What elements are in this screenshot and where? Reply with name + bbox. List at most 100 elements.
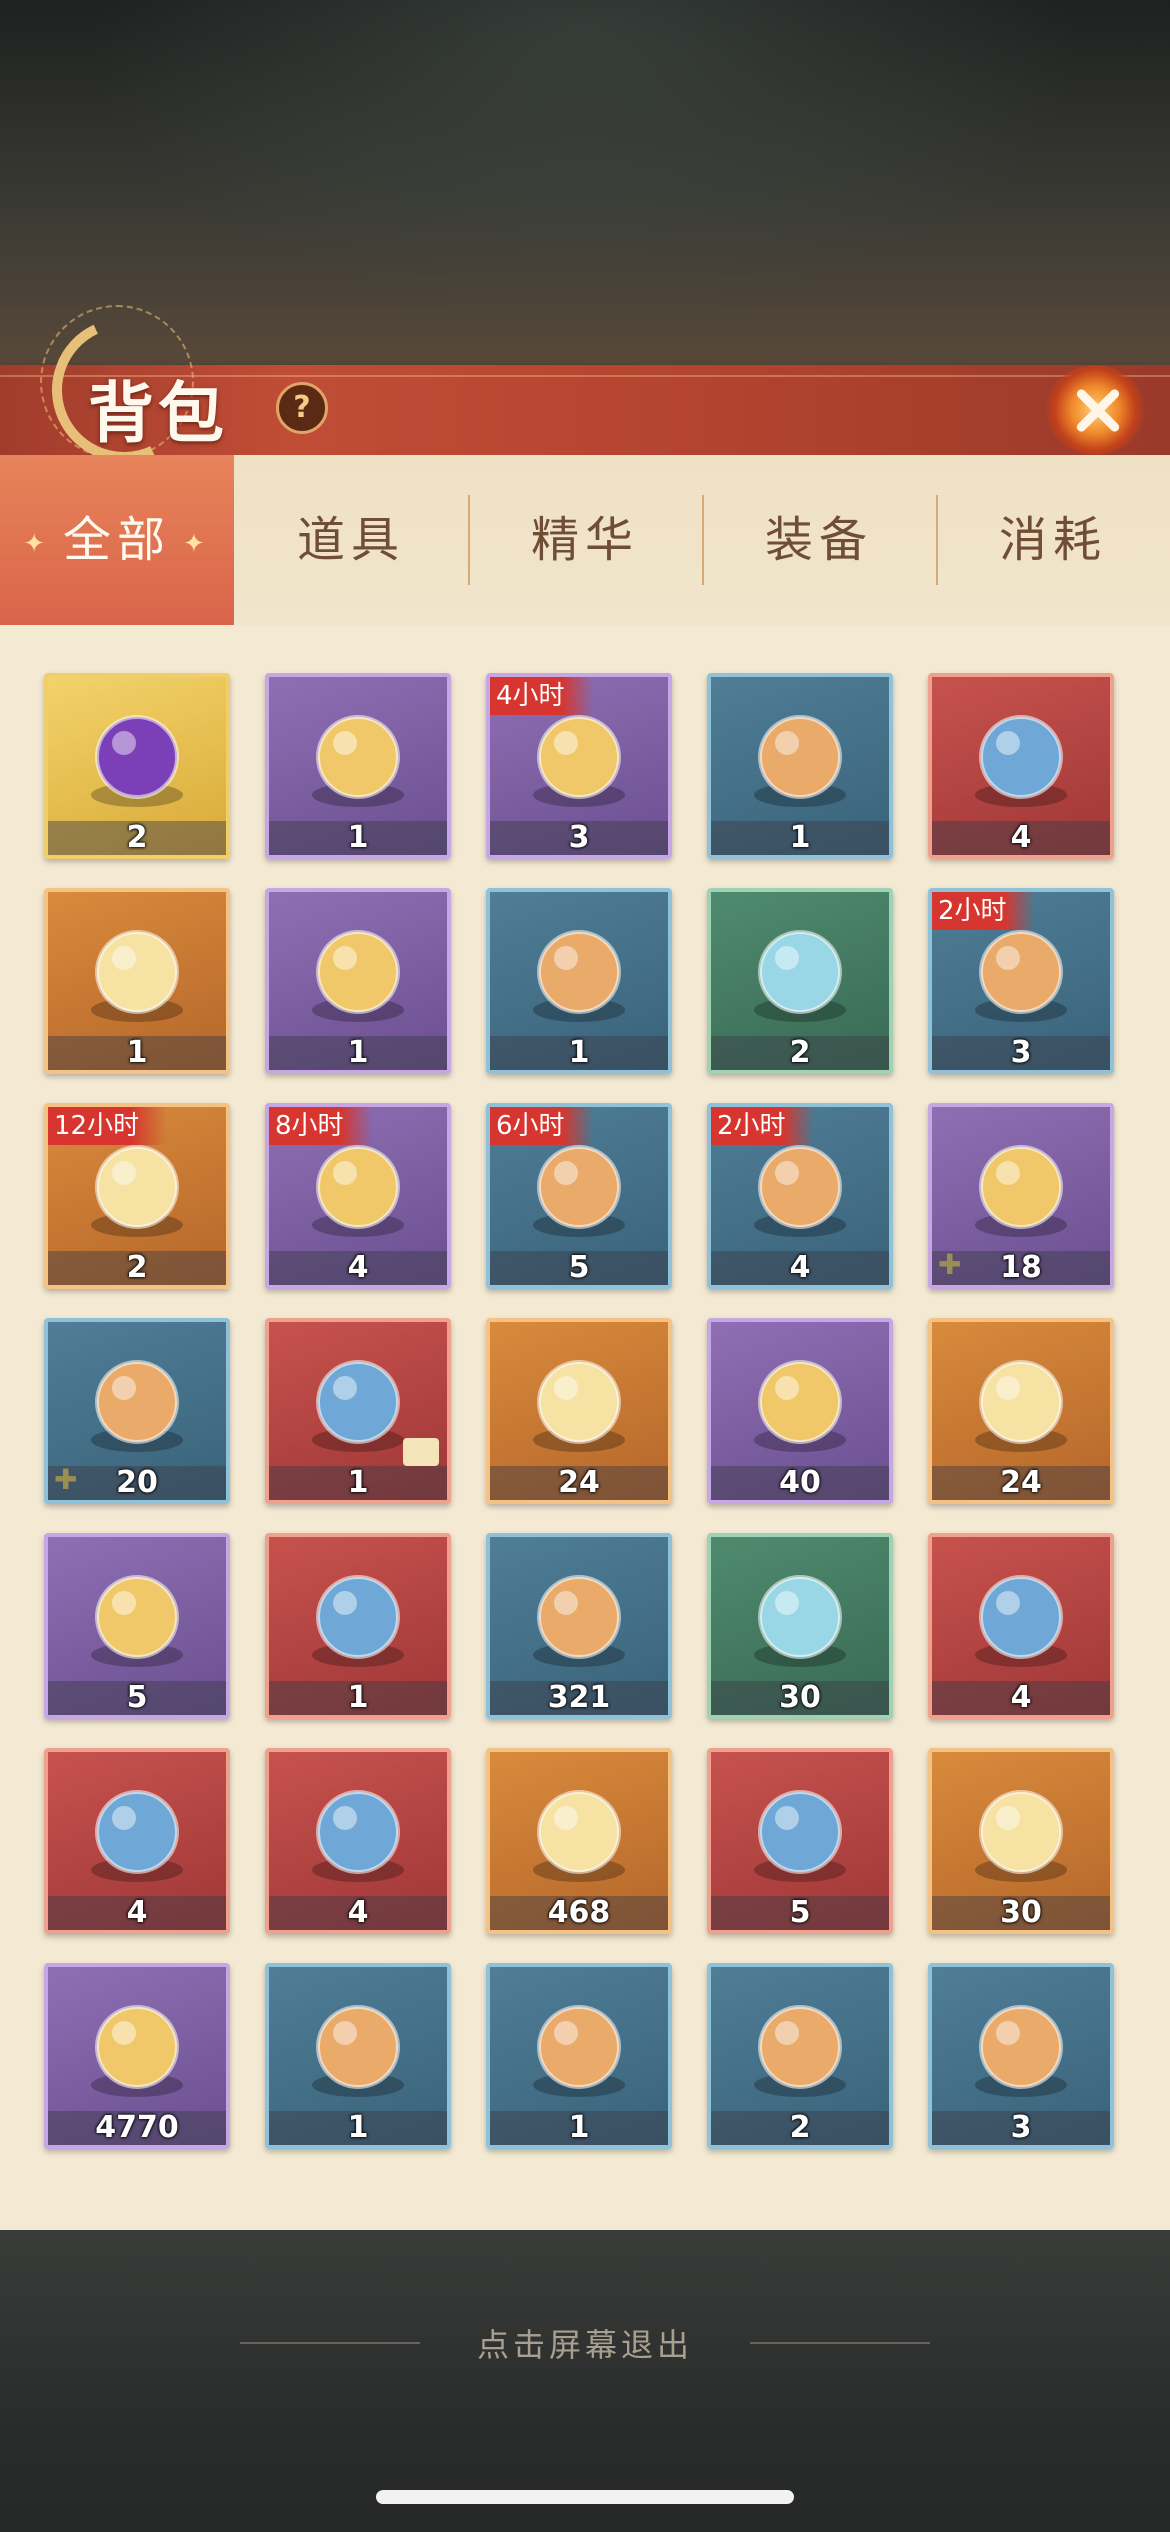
tab-consumables[interactable]: 消耗 [936,455,1170,625]
winged-helm-icon [741,1989,859,2107]
item-count: 1 [347,1035,369,1070]
crystal-shard-pile-icon [78,1989,196,2107]
tab-bar: ✦ 全部 ✦ 道具 精华 装备 消耗 [0,455,1170,625]
inventory-slot[interactable]: 4 [928,1533,1114,1719]
timer-badge: 8小时 [269,1107,372,1145]
inventory-slot[interactable]: 24 [928,1318,1114,1504]
item-count: 3 [1010,1035,1032,1070]
orb-treasure-chest-icon [520,699,638,817]
inventory-slot[interactable]: 24 [486,1318,672,1504]
item-count: 468 [547,1895,611,1930]
page-title: 背包 [88,374,228,452]
overlay-background[interactable] [0,2230,1170,2532]
inventory-slot[interactable]: 468 [486,1748,672,1934]
inventory-slot[interactable]: 2 [707,1963,893,2149]
blue-spirit-flame-icon [78,1344,196,1462]
ore-stone-icon [520,1559,638,1677]
flame-gem-icon [78,1774,196,1892]
inventory-slot[interactable]: 1 [265,888,451,1074]
sand-pile-icon [962,1559,1080,1677]
inventory-slot[interactable]: 8小时 4 [265,1103,451,1289]
tab-props[interactable]: 道具 [234,455,468,625]
inventory-slot[interactable]: 1 [707,673,893,859]
mystery-chest-icon [741,914,859,1032]
inventory-slot[interactable]: 2 [44,673,230,859]
gold-ore-icon [520,1774,638,1892]
inventory-slot[interactable]: 5 [44,1533,230,1719]
item-count: 5 [568,1250,590,1285]
inventory-slot[interactable]: 2小时 3 [928,888,1114,1074]
item-count: 18 [1000,1250,1042,1285]
scene-background [0,0,1170,380]
item-count: 4 [347,1895,369,1930]
golden-teapot-icon [962,1774,1080,1892]
inventory-slot[interactable]: 3 [928,1963,1114,2149]
card-box-icon [299,914,417,1032]
inventory-slot[interactable]: 2小时 4 [707,1103,893,1289]
skin-card-icon [299,1344,417,1462]
inventory-slot[interactable]: 1 [44,888,230,1074]
inventory-panel: ✦ 全部 ✦ 道具 精华 装备 消耗 2 1 4小时 3 1 4 1 1 1 2 2小时 3 12小时 2 8小… [0,455,1170,2230]
timer-badge: 2小时 [711,1107,814,1145]
item-count: 2 [126,820,148,855]
inventory-slot[interactable]: 1 [265,673,451,859]
item-count: 4770 [95,2110,179,2145]
spirit-crystal-icon [741,1559,859,1677]
inventory-slot[interactable]: 1 [486,888,672,1074]
inventory-slot[interactable]: 4 [265,1748,451,1934]
item-count: 30 [1000,1895,1042,1930]
item-count: 24 [558,1465,600,1500]
inventory-slot[interactable]: 6小时 5 [486,1103,672,1289]
item-count: 4 [1010,1680,1032,1715]
close-button[interactable] [1040,360,1150,460]
red-orb-bag-icon [741,699,859,817]
tab-equipment[interactable]: 装备 [702,455,936,625]
inventory-slot[interactable]: 30 [707,1533,893,1719]
inventory-slot[interactable]: 1 [265,1533,451,1719]
item-count: 321 [547,1680,611,1715]
item-count: 20 [116,1465,158,1500]
emerald-sack-icon [520,1129,638,1247]
inventory-slot[interactable]: 2 [707,888,893,1074]
sparkle-icon: ✦ [23,528,51,559]
inventory-slot[interactable]: ✚ 18 [928,1103,1114,1289]
inventory-slot[interactable]: 321 [486,1533,672,1719]
item-count: 3 [1010,2110,1032,2145]
inventory-slot[interactable]: 5 [707,1748,893,1934]
item-count: 1 [126,1035,148,1070]
sword-banner-icon [741,1774,859,1892]
item-count: 5 [126,1680,148,1715]
inventory-slot[interactable]: ✚ 20 [44,1318,230,1504]
inventory-slot[interactable]: 4小时 3 [486,673,672,859]
inventory-slot[interactable]: 40 [707,1318,893,1504]
inventory-slot[interactable]: 12小时 2 [44,1103,230,1289]
timer-badge: 2小时 [932,892,1035,930]
inventory-slot[interactable]: 4770 [44,1963,230,2149]
item-count: 3 [568,820,590,855]
inventory-slot[interactable]: 4 [928,673,1114,859]
inventory-slot[interactable]: 4 [44,1748,230,1934]
home-indicator[interactable] [376,2490,794,2504]
item-count: 1 [347,2110,369,2145]
timer-badge: 6小时 [490,1107,593,1145]
inventory-slot[interactable]: 30 [928,1748,1114,1934]
inventory-slot[interactable]: 1 [265,1963,451,2149]
item-grid: 2 1 4小时 3 1 4 1 1 1 2 2小时 3 12小时 2 8小时 4 6小时 5 2小时 4 ✚ 18 ✚ 20 1… [44,673,1124,2173]
exit-hint: 点击屏幕退出 [476,2326,693,2364]
emerald-pile-icon [741,1129,859,1247]
inventory-slot[interactable]: 1 [486,1963,672,2149]
rune-talisman-icon [299,1559,417,1677]
spiked-mace-icon [299,1989,417,2107]
item-count: 1 [347,820,369,855]
tab-essence[interactable]: 精华 [468,455,702,625]
help-button[interactable]: ? [276,382,328,434]
item-count: 4 [126,1895,148,1930]
item-count: 1 [347,1680,369,1715]
timer-badge: 12小时 [48,1107,168,1145]
item-count: 4 [789,1250,811,1285]
phoenix-feather-icon [299,1774,417,1892]
tab-all[interactable]: ✦ 全部 ✦ [0,455,234,625]
mystery-chest-icon [520,914,638,1032]
inventory-slot[interactable]: 1 [265,1318,451,1504]
white-scroll-icon [78,1559,196,1677]
